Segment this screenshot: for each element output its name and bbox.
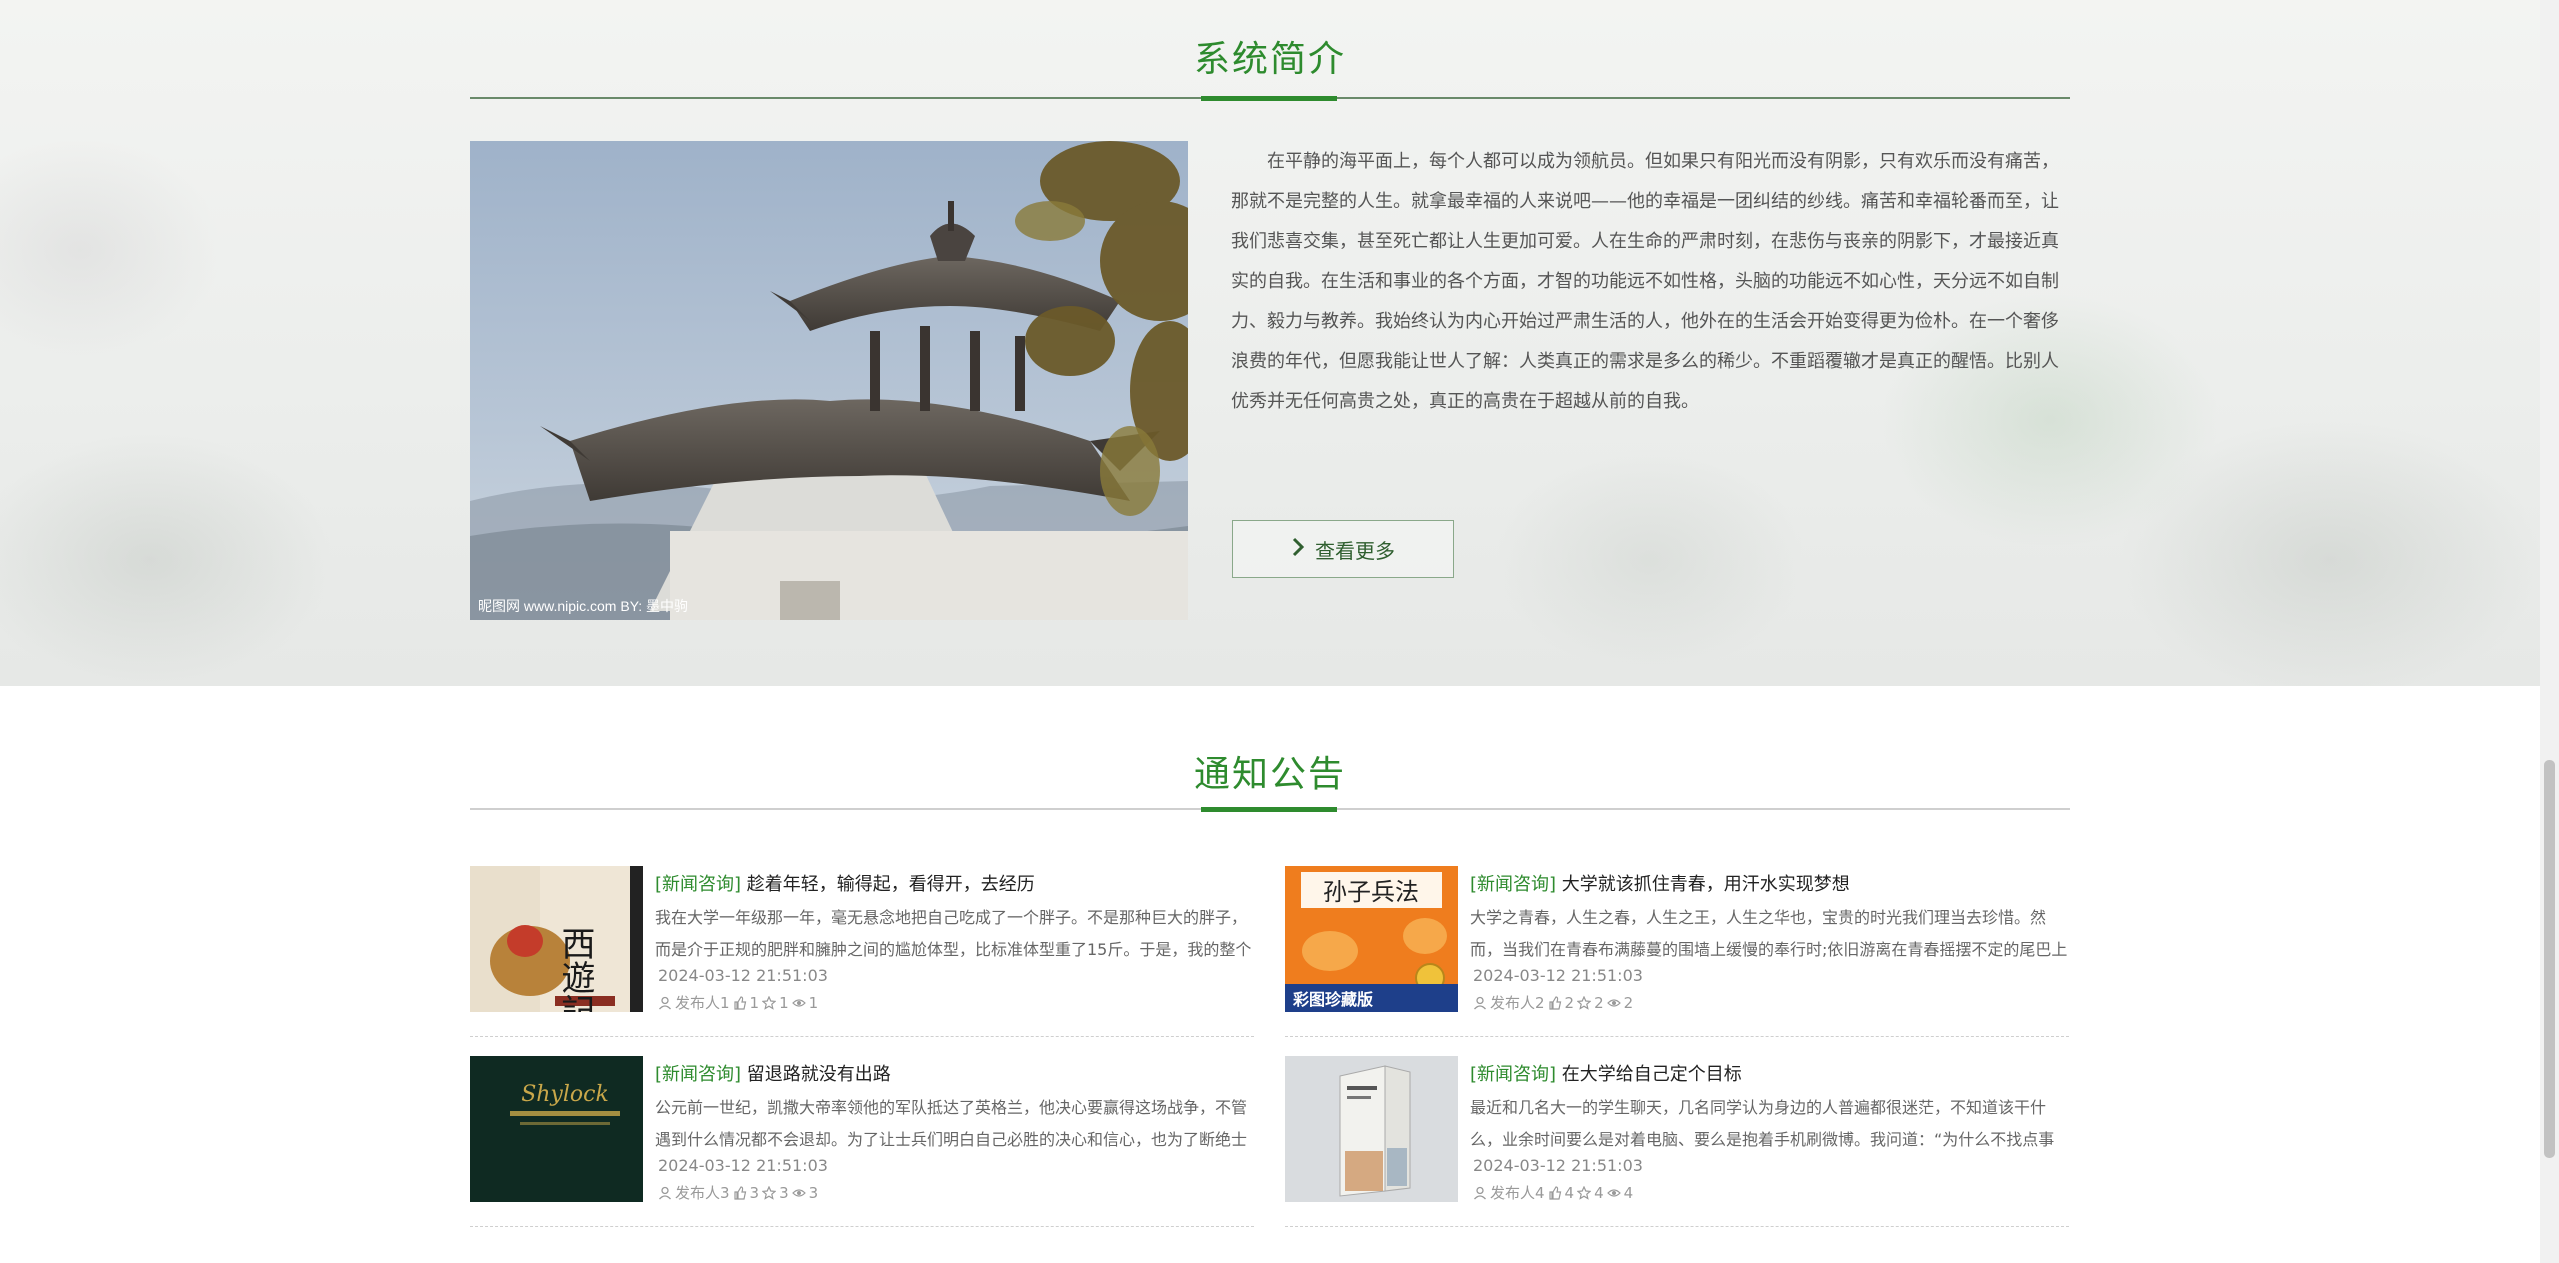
user-icon xyxy=(1473,1186,1487,1200)
news-meta: 发布人2 2 2 2 xyxy=(1473,992,1633,1013)
news-title[interactable]: [新闻咨询] 趁着年轻，输得起，看得开，去经历 xyxy=(655,870,1035,896)
thumbs-up-icon xyxy=(733,1185,747,1200)
news-meta: 发布人3 3 3 3 xyxy=(658,1182,818,1203)
news-favorites: 3 xyxy=(779,1183,789,1202)
intro-title-underline xyxy=(1201,96,1337,101)
news-meta: 发布人4 4 4 4 xyxy=(1473,1182,1633,1203)
news-item[interactable]: 西遊記 [新闻咨询] 趁着年轻，输得起，看得开，去经历 我在大学一年级那一年，毫… xyxy=(470,866,1254,1037)
news-favorites: 1 xyxy=(779,993,789,1012)
news-author: 发布人1 xyxy=(675,994,730,1012)
news-summary: 我在大学一年级那一年，毫无悬念地把自己吃成了一个胖子。不是那种巨大的胖子，而是介… xyxy=(655,908,1252,959)
thumbs-up-icon xyxy=(1548,1185,1562,1200)
news-title[interactable]: [新闻咨询] 在大学给自己定个目标 xyxy=(1470,1060,1742,1086)
photo-watermark: 昵图网 www.nipic.com BY: 墨中驹 xyxy=(478,598,688,614)
news-meta: 发布人1 1 1 1 xyxy=(658,992,818,1013)
eye-icon xyxy=(791,996,806,1010)
eye-icon xyxy=(791,1186,806,1200)
thumb-title: 西遊記 xyxy=(555,926,595,1012)
news-thumbnail[interactable] xyxy=(1285,1056,1458,1202)
news-category: [新闻咨询] xyxy=(1470,1064,1557,1085)
scrollbar-thumb[interactable] xyxy=(2544,760,2555,1158)
thumbs-up-icon xyxy=(1548,995,1562,1010)
news-time: 2024-03-12 21:51:03 xyxy=(1473,966,1643,985)
news-category: [新闻咨询] xyxy=(655,1064,742,1085)
news-favorites: 4 xyxy=(1594,1183,1604,1202)
news-time: 2024-03-12 21:51:03 xyxy=(658,966,828,985)
news-category: [新闻咨询] xyxy=(1470,874,1557,895)
news-views: 2 xyxy=(1623,993,1634,1012)
thumb-title: 孙子兵法 xyxy=(1323,878,1419,906)
news-item[interactable]: Shylock [新闻咨询] 留退路就没有出路 公元前一世纪，凯撒大帝率领他的军… xyxy=(470,1056,1254,1227)
news-item[interactable]: 孙子兵法 彩图珍藏版 [新闻咨询] 大学就该抓住青春，用汗水实现梦想 大学之青春… xyxy=(1285,866,2069,1037)
news-author: 发布人3 xyxy=(675,1184,730,1202)
news-thumbnail[interactable]: 西遊記 xyxy=(470,866,643,1012)
eye-icon xyxy=(1606,996,1621,1010)
news-likes: 2 xyxy=(1564,993,1575,1012)
thumb-title: Shylock xyxy=(521,1082,609,1107)
news-category: [新闻咨询] xyxy=(655,874,742,895)
news-thumbnail[interactable]: Shylock xyxy=(470,1056,643,1202)
news-views: 3 xyxy=(808,1183,819,1202)
news-item[interactable]: [新闻咨询] 在大学给自己定个目标 最近和几名大一的学生聊天，几名同学认为身边的… xyxy=(1285,1056,2069,1227)
news-summary: 公元前一世纪，凯撒大帝率领他的军队抵达了英格兰，他决心要赢得这场战争，不管遇到什… xyxy=(655,1098,1248,1149)
news-time: 2024-03-12 21:51:03 xyxy=(658,1156,828,1175)
user-icon xyxy=(658,1186,672,1200)
news-author: 发布人2 xyxy=(1490,994,1545,1012)
notice-title-underline xyxy=(1201,807,1337,812)
star-icon xyxy=(762,1185,777,1200)
intro-photo: 昵图网 www.nipic.com BY: 墨中驹 xyxy=(470,141,1188,620)
news-likes: 4 xyxy=(1564,1183,1575,1202)
news-summary: 大学之青春，人生之春，人生之王，人生之华也，宝贵的时光我们理当去珍惜。然而，当我… xyxy=(1470,908,2068,959)
news-title-text: 留退路就没有出路 xyxy=(746,1064,891,1085)
news-author: 发布人4 xyxy=(1490,1184,1545,1202)
news-title-text: 大学就该抓住青春，用汗水实现梦想 xyxy=(1561,874,1850,895)
news-title-text: 在大学给自己定个目标 xyxy=(1561,1064,1742,1085)
news-title-text: 趁着年轻，输得起，看得开，去经历 xyxy=(746,874,1035,895)
news-views: 4 xyxy=(1623,1183,1634,1202)
star-icon xyxy=(1577,995,1592,1010)
view-more-button[interactable]: 查看更多 xyxy=(1232,520,1454,578)
eye-icon xyxy=(1606,1186,1621,1200)
notice-section-title: 通知公告 xyxy=(1193,754,1346,795)
news-time: 2024-03-12 21:51:03 xyxy=(1473,1156,1643,1175)
news-likes: 1 xyxy=(749,993,760,1012)
news-title[interactable]: [新闻咨询] 大学就该抓住青春，用汗水实现梦想 xyxy=(1470,870,1850,896)
news-favorites: 2 xyxy=(1594,993,1604,1012)
star-icon xyxy=(1577,1185,1592,1200)
page-scrollbar[interactable] xyxy=(2540,0,2559,1263)
star-icon xyxy=(762,995,777,1010)
intro-text: 在平静的海平面上，每个人都可以成为领航员。但如果只有阳光而没有阴影，只有欢乐而没… xyxy=(1231,151,2059,412)
news-summary: 最近和几名大一的学生聊天，几名同学认为身边的人普遍都很迷茫，不知道该干什么，业余… xyxy=(1470,1098,2055,1149)
intro-section-title: 系统简介 xyxy=(1193,39,1346,80)
chevron-right-icon xyxy=(1291,537,1305,562)
news-title[interactable]: [新闻咨询] 留退路就没有出路 xyxy=(655,1060,891,1086)
user-icon xyxy=(658,996,672,1010)
news-views: 1 xyxy=(808,993,819,1012)
thumbs-up-icon xyxy=(733,995,747,1010)
news-likes: 3 xyxy=(749,1183,760,1202)
user-icon xyxy=(1473,996,1487,1010)
news-thumbnail[interactable]: 孙子兵法 彩图珍藏版 xyxy=(1285,866,1458,1012)
thumb-subtitle: 彩图珍藏版 xyxy=(1292,990,1373,1009)
view-more-label: 查看更多 xyxy=(1315,538,1395,563)
